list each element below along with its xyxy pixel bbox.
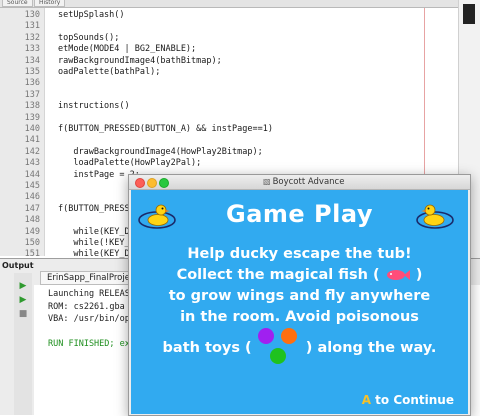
zoom-button[interactable]	[159, 178, 169, 188]
poisonous-bath-toys-icon	[257, 328, 297, 364]
line-number: 143	[24, 158, 40, 169]
emulator-title: ▧ Boycott Advance	[263, 177, 345, 187]
instruction-line-5: bath toys ( ) along the way.	[131, 328, 468, 366]
line-number: 144	[24, 169, 40, 180]
emulator-window[interactable]: ▧ Boycott Advance Game Play Help ducky es…	[128, 174, 471, 416]
game-screen[interactable]: Game Play Help ducky escape the tub! Col…	[131, 190, 468, 414]
output-title: Output	[2, 261, 34, 270]
line-number: 133	[24, 44, 40, 55]
instruction-line-3: to grow wings and fly anywhere	[168, 288, 431, 304]
line-number: 148	[24, 215, 40, 226]
line-number: 145	[24, 181, 40, 191]
line-number: 130	[24, 10, 40, 20]
code-line: rawBackgroundImage4(bathBitmap);	[58, 55, 222, 66]
code-line: drawBackgroundImage4(HowPlay2Bitmap);	[58, 146, 263, 157]
code-line: setUpSplash()	[58, 10, 125, 20]
instruction-line-1: Help ducky escape the tub!	[187, 246, 412, 262]
code-line: f(BUTTON_PRESSED(BUTTON_A) && instPage==…	[58, 124, 273, 134]
line-number: 132	[24, 32, 40, 43]
line-number: 131	[24, 21, 40, 32]
line-number: 142	[24, 146, 40, 157]
continue-prompt: A to Continue	[361, 393, 454, 407]
line-number-gutter: 130 131 132 133 134 135 136 137 138 139 140 141 142 1…	[0, 8, 45, 294]
run-again-icon[interactable]: ▶	[18, 295, 28, 305]
line-number: 146	[24, 192, 40, 203]
line-number: 150	[24, 238, 40, 248]
code-line: instructions()	[58, 101, 130, 112]
close-button[interactable]	[135, 178, 145, 188]
instruction-line-2: Collect the magical fish ( )	[176, 267, 423, 283]
magical-fish-icon	[386, 270, 410, 280]
line-number: 138	[24, 101, 40, 112]
line-number: 134	[24, 55, 40, 66]
line-number: 149	[24, 226, 40, 237]
code-line: etMode(MODE4 | BG2_ENABLE);	[58, 44, 197, 55]
code-line: topSounds();	[58, 32, 120, 43]
rerun-icon[interactable]: ▶	[18, 281, 28, 291]
line-number: 141	[24, 135, 40, 146]
tab-source[interactable]: Source	[2, 0, 33, 7]
output-toolbar: ▶ ▶ ■	[14, 273, 32, 415]
line-number: 136	[24, 78, 40, 89]
line-number: 147	[24, 203, 40, 214]
code-line: oadPalette(bathPal);	[58, 67, 161, 77]
line-number: 135	[24, 67, 40, 77]
stop-icon[interactable]: ■	[18, 309, 28, 319]
line-number: 137	[24, 89, 40, 100]
line-number: 140	[24, 124, 40, 134]
gamepad-icon: ▧	[263, 177, 271, 186]
line-number: 139	[24, 112, 40, 123]
instruction-line-4: in the room. Avoid poisonous	[180, 309, 419, 325]
code-line: loadPalette(HowPlay2Pal);	[58, 158, 202, 169]
emulator-title-bar[interactable]: ▧ Boycott Advance	[129, 175, 470, 190]
tab-history[interactable]: History	[34, 0, 66, 7]
console-line: ROM: cs2261.gba	[48, 301, 125, 312]
editor-tab-strip: Source History	[0, 0, 480, 8]
game-heading: Game Play	[226, 200, 373, 228]
minimize-button[interactable]	[147, 178, 157, 188]
